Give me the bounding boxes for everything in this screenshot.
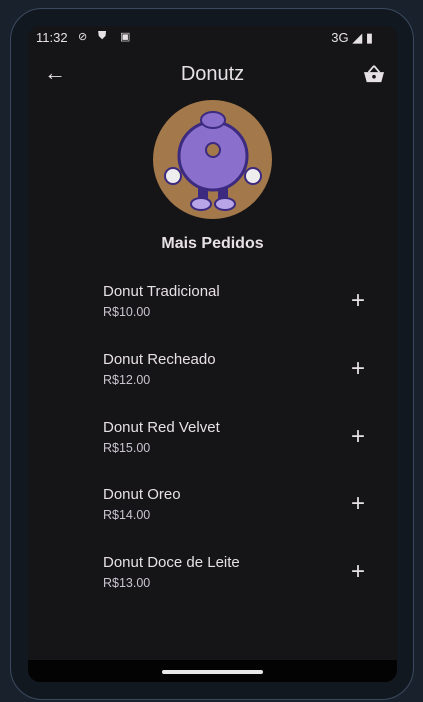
item-price: R$13.00 <box>103 576 151 590</box>
list-item[interactable]: Donut Doce de Leite R$13.00 + <box>103 554 373 604</box>
shield-icon: ⊘ <box>78 31 88 43</box>
home-handle[interactable] <box>162 670 263 674</box>
add-icon[interactable]: + <box>351 490 365 518</box>
item-price: R$12.00 <box>103 373 151 387</box>
list-item[interactable]: Donut Oreo R$14.00 + <box>103 486 373 536</box>
item-name: Donut Doce de Leite <box>103 554 240 571</box>
item-name: Donut Red Velvet <box>103 419 220 436</box>
list-item[interactable]: Donut Tradicional R$10.00 + <box>103 283 373 333</box>
section-heading: Mais Pedidos <box>161 235 264 252</box>
battery-icon: ▮ <box>365 30 373 45</box>
status-time: 11:32 <box>36 30 68 45</box>
item-price: R$10.00 <box>103 305 151 319</box>
item-name: Donut Oreo <box>103 486 181 503</box>
add-icon[interactable]: + <box>351 287 365 315</box>
network-label: 3G <box>331 30 349 45</box>
add-icon[interactable]: + <box>351 423 365 451</box>
add-icon[interactable]: + <box>351 558 365 586</box>
item-price: R$14.00 <box>103 508 151 522</box>
status-bar: 11:32 ⊘ ⛊ ▣ 3G ◢ ▮ <box>28 26 397 50</box>
item-name: Donut Tradicional <box>103 283 220 300</box>
play-protect-icon: ⛊ <box>98 30 107 42</box>
add-icon[interactable]: + <box>351 355 365 383</box>
page-title: Donutz <box>180 63 245 85</box>
item-name: Donut Recheado <box>103 351 216 368</box>
list-item[interactable]: Donut Recheado R$12.00 + <box>103 351 373 401</box>
navigation-bar <box>28 660 397 682</box>
donut-mascot-logo <box>153 100 272 219</box>
signal-icon: ◢ <box>352 30 363 45</box>
app-screen: 11:32 ⊘ ⛊ ▣ 3G ◢ ▮ ← Donutz Mais Pedidos… <box>28 26 397 682</box>
status-right: 3G ◢ ▮ <box>331 30 373 46</box>
list-item[interactable]: Donut Red Velvet R$15.00 + <box>103 419 373 469</box>
a-icon: ▣ <box>120 31 131 43</box>
app-bar: ← Donutz <box>28 60 397 90</box>
item-price: R$15.00 <box>103 441 151 455</box>
basket-icon[interactable] <box>363 64 385 84</box>
